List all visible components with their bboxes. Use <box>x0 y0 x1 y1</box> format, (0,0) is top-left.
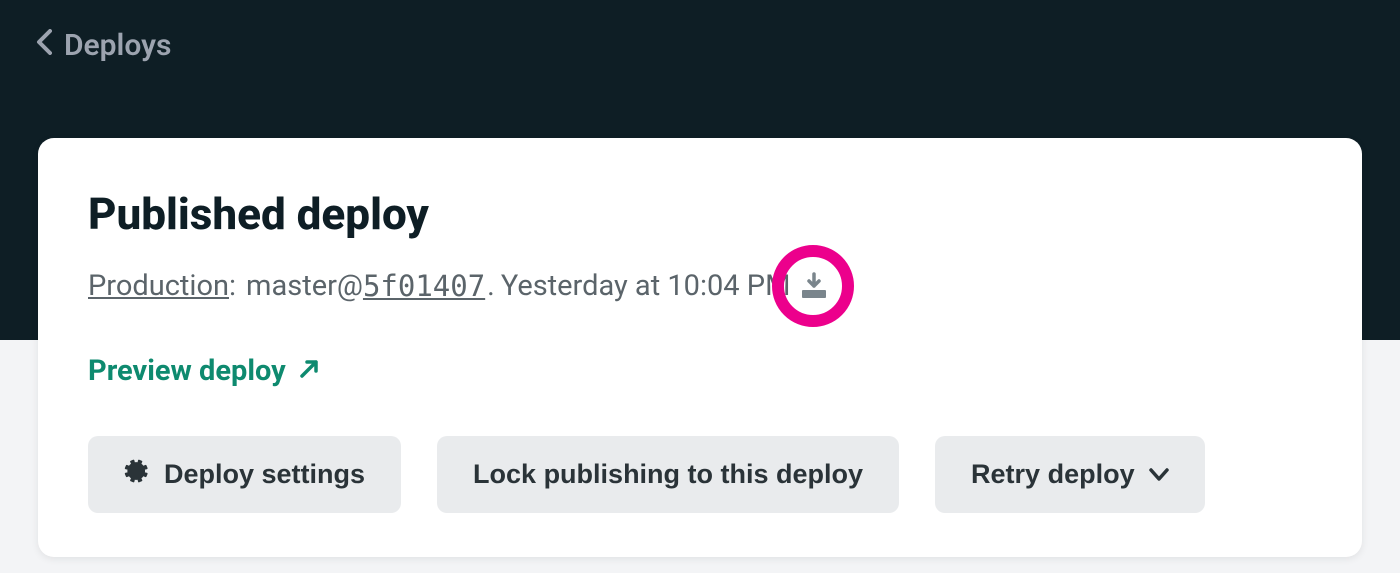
preview-deploy-link[interactable]: Preview deploy <box>88 354 320 388</box>
branch-name: master <box>246 269 337 303</box>
external-link-icon <box>298 354 320 388</box>
deploy-card: Published deploy Production: master@5f01… <box>38 138 1362 557</box>
back-label: Deploys <box>64 28 171 63</box>
download-icon <box>799 272 829 300</box>
retry-deploy-button[interactable]: Retry deploy <box>935 436 1205 513</box>
meta-at: @ <box>337 269 363 303</box>
commit-hash[interactable]: 5f01407 <box>363 269 485 303</box>
back-to-deploys[interactable]: Deploys <box>0 0 207 91</box>
deploy-timestamp: Yesterday at 10:04 PM <box>501 269 791 303</box>
meta-dot: . <box>487 269 495 303</box>
retry-deploy-label: Retry deploy <box>971 459 1135 490</box>
gear-icon <box>124 458 150 491</box>
deploy-meta: Production: master@5f01407. Yesterday at… <box>88 268 1312 304</box>
lock-publishing-label: Lock publishing to this deploy <box>473 459 863 490</box>
preview-deploy-label: Preview deploy <box>88 354 286 388</box>
download-button[interactable] <box>796 268 832 304</box>
card-title: Published deploy <box>88 188 1312 240</box>
chevron-down-icon <box>1149 462 1169 488</box>
deploy-settings-label: Deploy settings <box>164 459 365 490</box>
lock-publishing-button[interactable]: Lock publishing to this deploy <box>437 436 899 513</box>
meta-colon: : <box>229 269 236 303</box>
chevron-left-icon <box>36 29 52 62</box>
deploy-settings-button[interactable]: Deploy settings <box>88 436 401 513</box>
production-link[interactable]: Production <box>88 269 229 303</box>
action-buttons: Deploy settings Lock publishing to this … <box>88 436 1312 513</box>
